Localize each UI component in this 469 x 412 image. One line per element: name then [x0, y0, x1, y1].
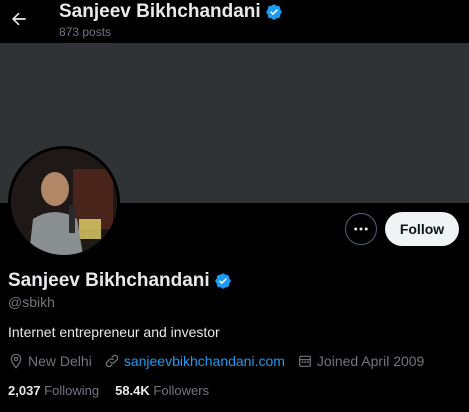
- profile-bio: Internet entrepreneur and investor: [8, 324, 220, 340]
- verified-badge-icon[interactable]: [265, 3, 283, 21]
- profile-handle: @sbikh: [8, 294, 55, 310]
- followers-stat[interactable]: 58.4K Followers: [115, 383, 209, 398]
- location-text: New Delhi: [28, 353, 92, 369]
- follow-button[interactable]: Follow: [385, 212, 459, 246]
- followers-count: 58.4K: [115, 383, 150, 398]
- posts-count: 873 posts: [59, 25, 112, 39]
- website-item[interactable]: sanjeevbikhchandani.com: [104, 353, 285, 369]
- avatar[interactable]: [8, 146, 120, 258]
- header-title-row: Sanjeev Bikhchandani: [59, 1, 283, 23]
- arrow-left-icon: [12, 12, 26, 26]
- profile-meta: New Delhi sanjeevbikhchandani.com Joined…: [8, 353, 436, 369]
- location-pin-icon: [10, 353, 22, 369]
- back-button[interactable]: [4, 4, 34, 34]
- header-name: Sanjeev Bikhchandani: [59, 1, 261, 22]
- profile-stats: 2,037 Following 58.4K Followers: [8, 383, 225, 398]
- following-stat[interactable]: 2,037 Following: [8, 383, 99, 398]
- more-options-icon: [354, 227, 368, 231]
- calendar-icon: [298, 355, 311, 367]
- joined-text: Joined April 2009: [316, 353, 425, 369]
- website-link[interactable]: sanjeevbikhchandani.com: [124, 353, 285, 369]
- top-bar: Sanjeev Bikhchandani 873 posts: [0, 0, 469, 43]
- location-item: New Delhi: [8, 353, 92, 369]
- more-options-button[interactable]: [345, 213, 377, 245]
- verified-badge-icon[interactable]: [214, 272, 232, 290]
- joined-item: Joined April 2009: [297, 353, 424, 369]
- avatar-photo: [11, 149, 117, 255]
- profile-name-row: Sanjeev Bikhchandani: [8, 270, 232, 292]
- profile-name: Sanjeev Bikhchandani: [8, 270, 210, 291]
- link-icon: [105, 354, 119, 368]
- following-count: 2,037: [8, 383, 41, 398]
- followers-label: Followers: [153, 383, 210, 398]
- following-label: Following: [44, 383, 100, 398]
